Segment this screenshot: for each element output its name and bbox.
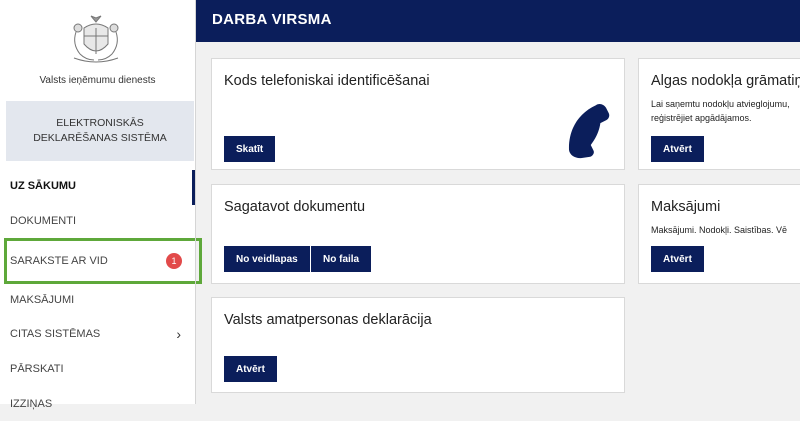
unread-count-badge: 1	[166, 253, 182, 269]
sidebar-item-label: CITAS SISTĒMAS	[10, 327, 101, 340]
card-title: Maksājumi	[651, 199, 721, 215]
top-header: DARBA VIRSMA	[196, 0, 800, 42]
sidebar: Valsts ieņēmumu dienests ELEKTRONISKĀS D…	[0, 0, 202, 410]
eds-title-line2: DEKLARĒŠANAS SISTĒMA	[33, 132, 167, 144]
card-tax-book: Algas nodokļa grāmatiņa Lai saņemtu nodo…	[638, 58, 800, 170]
card-title: Sagatavot dokumentu	[224, 199, 366, 215]
sidebar-item-other-systems[interactable]: CITAS SISTĒMAS ›	[0, 316, 195, 351]
card-title: Valsts amatpersonas deklarācija	[224, 312, 432, 328]
sidebar-item-reports[interactable]: PĀRSKATI	[0, 351, 195, 386]
card-payments: Maksājumi Maksājumi. Nodokļi. Saistības.…	[638, 184, 800, 284]
chevron-right-icon: ›	[176, 325, 181, 342]
card-prepare-document: Sagatavot dokumentu No veidlapas No fail…	[211, 184, 625, 284]
sidebar-item-label: SARAKSTE AR VID	[10, 255, 108, 267]
sidebar-item-correspondence[interactable]: SARAKSTE AR VID 1	[4, 238, 202, 284]
card-phone-code: Kods telefoniskai identificēšanai Skatīt	[211, 58, 625, 170]
card-description: Maksājumi. Nodokļi. Saistības. Vē	[651, 225, 788, 235]
page-title: DARBA VIRSMA	[212, 11, 332, 28]
from-file-button[interactable]: No faila	[311, 246, 372, 272]
card-title: Kods telefoniskai identificēšanai	[224, 73, 430, 89]
coat-of-arms-icon	[73, 15, 119, 63]
eds-title-line1: ELEKTRONISKĀS	[56, 117, 144, 129]
sidebar-item-label: PĀRSKATI	[10, 362, 64, 375]
sidebar-divider	[195, 0, 196, 404]
card-title: Algas nodokļa grāmatiņa	[651, 73, 800, 89]
sidebar-item-label: UZ SĀKUMU	[10, 179, 76, 192]
open-payments-button[interactable]: Atvērt	[651, 246, 704, 272]
phone-icon	[569, 103, 610, 159]
view-code-button[interactable]: Skatīt	[224, 136, 276, 162]
card-description: Lai saņemtu nodokļu atvieglojumu, reģist…	[651, 99, 790, 123]
sidebar-item-label: DOKUMENTI	[10, 214, 76, 227]
sidebar-item-documents[interactable]: DOKUMENTI	[0, 203, 195, 238]
sidebar-item-home[interactable]: UZ SĀKUMU	[0, 168, 195, 205]
eds-title: ELEKTRONISKĀS DEKLARĒŠANAS SISTĒMA	[25, 116, 175, 146]
open-declaration-button[interactable]: Atvērt	[224, 356, 277, 382]
agency-name: Valsts ieņēmumu dienests	[39, 75, 156, 86]
eds-banner: ELEKTRONISKĀS DEKLARĒŠANAS SISTĒMA	[6, 101, 194, 161]
sidebar-nav: UZ SĀKUMU DOKUMENTI SARAKSTE AR VID 1 MA…	[0, 168, 202, 421]
open-tax-book-button[interactable]: Atvērt	[651, 136, 704, 162]
logo-area: Valsts ieņēmumu dienests	[0, 0, 195, 100]
card-official-declaration: Valsts amatpersonas deklarācija Atvērt	[211, 297, 625, 393]
sidebar-item-payments[interactable]: MAKSĀJUMI	[0, 284, 195, 316]
from-form-button[interactable]: No veidlapas	[224, 246, 310, 272]
sidebar-item-label: MAKSĀJUMI	[10, 294, 75, 306]
